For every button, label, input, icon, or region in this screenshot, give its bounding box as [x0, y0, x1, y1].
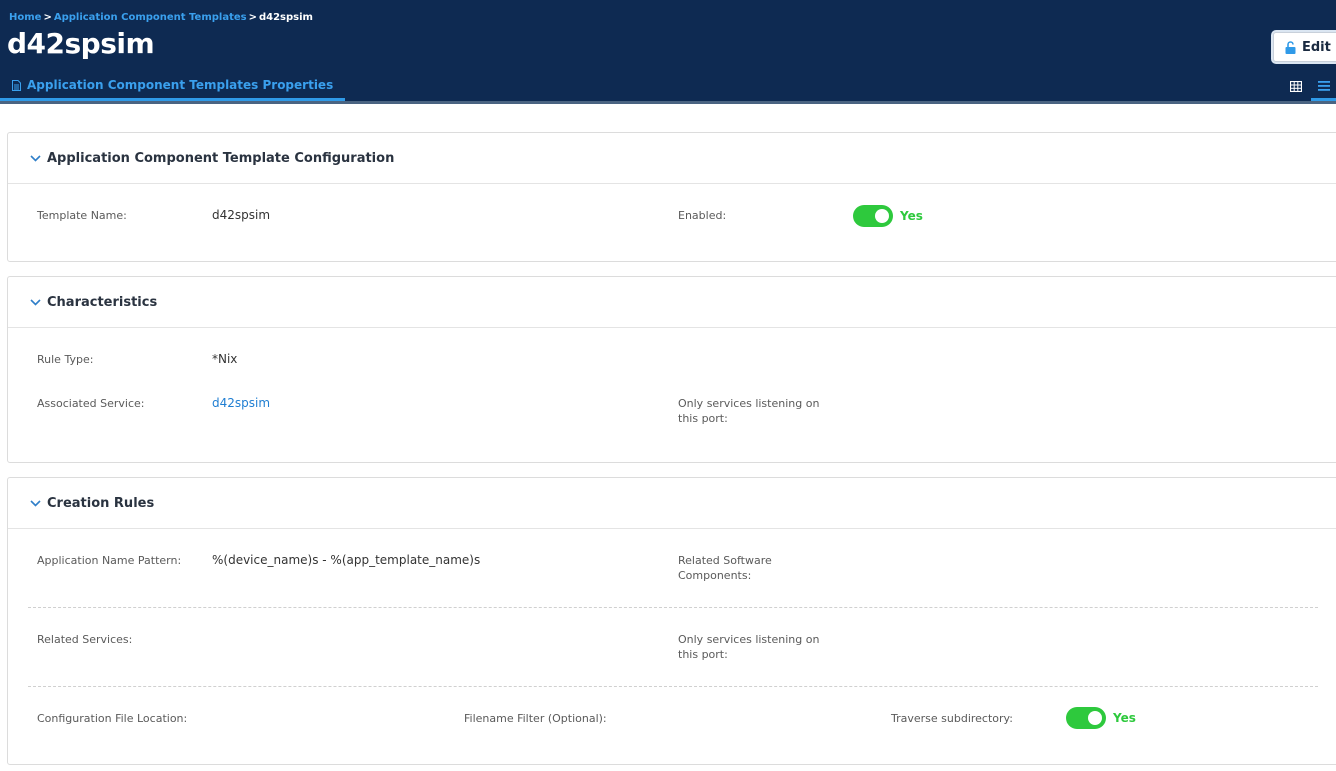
unlock-icon [1285, 40, 1296, 54]
creation-rules-section-header[interactable]: Creation Rules [8, 478, 1336, 529]
row-divider [28, 607, 1318, 608]
breadcrumb-separator: > [248, 12, 257, 23]
page-header: Home > Application Component Templates > d42… [0, 0, 1336, 104]
template-name-value: d42spsim [212, 208, 271, 222]
config-section-header[interactable]: Application Component Template Configura… [8, 133, 1336, 184]
filename-filter-label: Filename Filter (Optional): [464, 712, 607, 725]
page-title: d42spsim [7, 27, 155, 60]
rule-type-value: *Nix [212, 352, 238, 366]
chevron-down-icon [30, 298, 41, 306]
chevron-down-icon [30, 154, 41, 162]
characteristics-section-header[interactable]: Characteristics [8, 277, 1336, 328]
edit-button-label: Edit [1302, 39, 1331, 55]
tab-properties[interactable]: Application Component Templates Properti… [0, 72, 346, 101]
list-view-icon [1317, 76, 1330, 95]
template-name-label: Template Name: [37, 209, 127, 222]
characteristics-section-title: Characteristics [47, 294, 158, 310]
grid-view-button[interactable] [1286, 77, 1306, 95]
rule-type-label: Rule Type: [37, 353, 94, 366]
chevron-down-icon [30, 499, 41, 507]
breadcrumb-separator: > [43, 12, 52, 23]
breadcrumb-home[interactable]: Home [9, 12, 41, 23]
related-software-label: Related Software Components: [678, 554, 772, 582]
characteristics-section: Characteristics Rule Type: *Nix Associat… [7, 276, 1336, 463]
enabled-toggle-group: Yes [853, 205, 923, 227]
enabled-value: Yes [900, 209, 923, 223]
related-services-label: Related Services: [37, 633, 133, 646]
config-section: Application Component Template Configura… [7, 132, 1336, 262]
breadcrumb-parent[interactable]: Application Component Templates [54, 12, 247, 23]
only-listening-label: Only services listening on this port: [678, 397, 820, 425]
config-file-location-label: Configuration File Location: [37, 712, 188, 725]
associated-service-label: Associated Service: [37, 397, 145, 410]
enabled-label: Enabled: [678, 209, 727, 222]
tab-properties-label: Application Component Templates Properti… [27, 78, 334, 92]
row-divider [28, 686, 1318, 687]
toggle-knob [1088, 711, 1102, 725]
edit-button[interactable]: Edit [1273, 32, 1336, 62]
creation-rules-section: Creation Rules Application Name Pattern:… [7, 477, 1336, 765]
enabled-toggle[interactable] [853, 205, 893, 227]
config-section-title: Application Component Template Configura… [47, 150, 395, 166]
only-listening-label: Only services listening on this port: [678, 633, 820, 661]
breadcrumb: Home > Application Component Templates > d42… [9, 12, 313, 23]
associated-service-link[interactable]: d42spsim [212, 396, 270, 410]
creation-rules-section-title: Creation Rules [47, 495, 155, 511]
document-icon [12, 79, 21, 91]
traverse-value: Yes [1113, 711, 1136, 725]
toggle-knob [875, 209, 889, 223]
traverse-toggle-group: Yes [1066, 707, 1136, 729]
app-name-pattern-label: Application Name Pattern: [37, 554, 182, 567]
traverse-toggle[interactable] [1066, 707, 1106, 729]
list-view-button[interactable] [1311, 72, 1336, 101]
grid-view-icon [1289, 77, 1303, 96]
breadcrumb-current: d42spsim [258, 12, 313, 23]
traverse-label: Traverse subdirectory: [891, 712, 1013, 725]
app-name-pattern-value: %(device_name)s - %(app_template_name)s [212, 553, 481, 567]
